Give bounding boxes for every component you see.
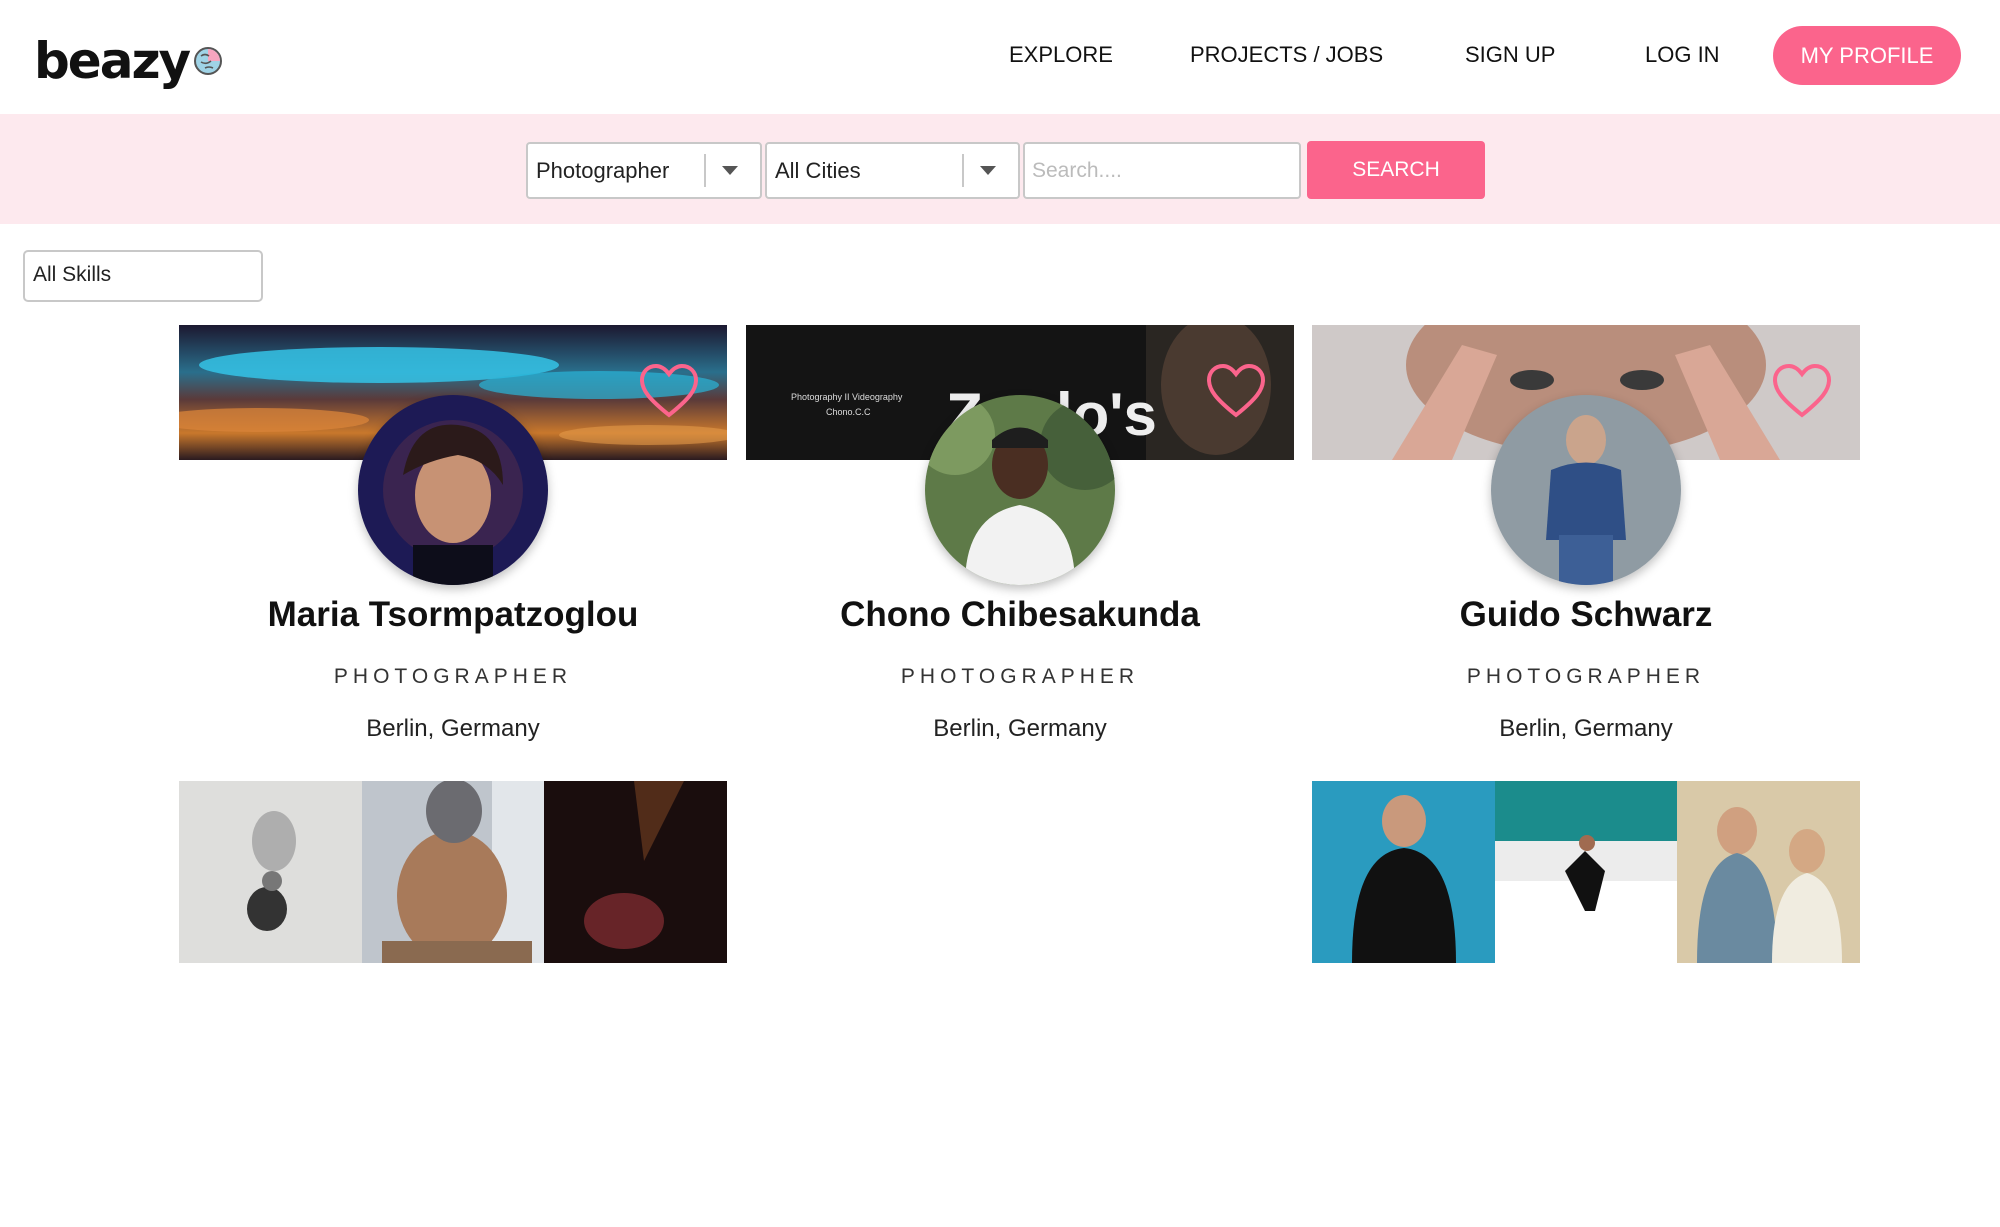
skills-select[interactable]: All Skills: [23, 250, 263, 302]
avatar[interactable]: [1491, 395, 1681, 585]
portfolio-gallery: [1312, 781, 1860, 963]
profile-name[interactable]: Guido Schwarz: [1312, 595, 1860, 635]
gallery-thumbnail[interactable]: [1312, 781, 1495, 963]
portfolio-gallery: [179, 781, 727, 963]
profile-city: Berlin, Germany: [366, 715, 540, 742]
avatar[interactable]: [358, 395, 548, 585]
category-select-value: Photographer: [536, 158, 670, 183]
nav-sign-up[interactable]: SIGN UP: [1465, 26, 1555, 84]
gallery-thumbnail[interactable]: [179, 781, 362, 963]
brain-logo-icon: [194, 47, 223, 75]
profile-city: Berlin, Germany: [1499, 715, 1673, 742]
chevron-down-icon[interactable]: [722, 166, 738, 175]
gallery-thumbnail[interactable]: [1677, 781, 1860, 963]
brand-name: beazy: [34, 32, 191, 90]
select-divider: [704, 154, 706, 187]
search-input[interactable]: [1023, 142, 1301, 199]
nav-projects-jobs[interactable]: PROJECTS / JOBS: [1190, 26, 1383, 84]
profile-role: PHOTOGRAPHER: [900, 665, 1140, 688]
profile-role: PHOTOGRAPHER: [333, 665, 573, 688]
nav-explore[interactable]: EXPLORE: [1009, 26, 1113, 84]
profile-card[interactable]: Guido Schwarz PHOTOGRAPHER Berlin, Germa…: [1312, 325, 1860, 965]
search-filter-bar: Photographer All Cities SEARCH: [0, 114, 2000, 224]
gallery-thumbnail[interactable]: [1494, 781, 1678, 963]
my-profile-button[interactable]: MY PROFILE: [1773, 26, 1961, 85]
nav-log-in[interactable]: LOG IN: [1645, 26, 1720, 84]
profile-name[interactable]: Chono Chibesakunda: [746, 595, 1294, 635]
select-divider: [962, 154, 964, 187]
cover-text: Photography II Videography: [791, 392, 903, 402]
category-select[interactable]: Photographer: [526, 142, 762, 199]
profile-role: PHOTOGRAPHER: [1466, 665, 1706, 688]
heart-outline-icon[interactable]: [639, 363, 699, 419]
chevron-down-icon[interactable]: [980, 166, 996, 175]
cover-text: Chono.C.C: [826, 407, 871, 417]
profile-city: Berlin, Germany: [933, 715, 1107, 742]
gallery-thumbnail[interactable]: [544, 781, 727, 963]
profile-card[interactable]: Maria Tsormpatzoglou PHOTOGRAPHER Berlin…: [179, 325, 727, 965]
top-header: beazy EXPLORE PROJECTS / JOBS SIGN UP LO…: [0, 0, 2000, 114]
gallery-thumbnail[interactable]: [361, 781, 545, 963]
profile-name[interactable]: Maria Tsormpatzoglou: [179, 595, 727, 635]
avatar[interactable]: [925, 395, 1115, 585]
heart-outline-icon[interactable]: [1772, 363, 1832, 419]
profile-card[interactable]: Photography II Videography Chono.C.C Zoo…: [746, 325, 1294, 965]
search-button[interactable]: SEARCH: [1307, 141, 1485, 199]
city-select[interactable]: All Cities: [765, 142, 1020, 199]
beazy-logo[interactable]: beazy: [34, 22, 223, 86]
heart-outline-icon[interactable]: [1206, 363, 1266, 419]
city-select-value: All Cities: [775, 158, 861, 183]
